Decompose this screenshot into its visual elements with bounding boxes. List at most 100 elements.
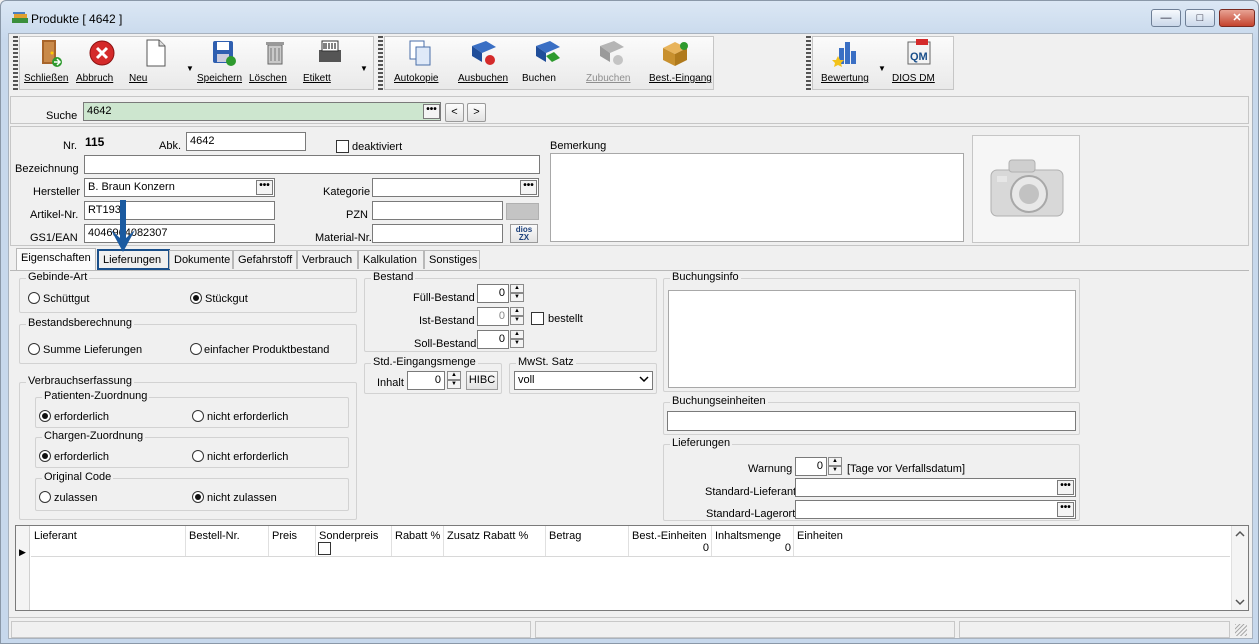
tab-gefahrstoff[interactable]: Gefahrstoff (233, 250, 297, 269)
maximize-button[interactable]: □ (1185, 9, 1215, 27)
spin-down-icon[interactable]: ▼ (828, 466, 842, 475)
prev-record-button[interactable]: < (445, 103, 464, 122)
tab-dokumente[interactable]: Dokumente (169, 250, 233, 269)
material-field[interactable] (372, 224, 503, 243)
new-dropdown-arrow[interactable]: ▼ (185, 64, 195, 73)
zulassen-radio[interactable] (39, 491, 51, 503)
tab-verbrauch[interactable]: Verbrauch (297, 250, 358, 269)
minimize-button[interactable]: — (1151, 9, 1181, 27)
search-input[interactable]: 4642 (83, 102, 441, 121)
label-dropdown-arrow[interactable]: ▼ (359, 64, 369, 73)
pzn-field[interactable] (372, 201, 503, 220)
summe-lieferungen-radio[interactable] (28, 343, 40, 355)
patient-nicht-erforderlich-radio[interactable] (192, 410, 204, 422)
toolbar-grip[interactable] (13, 36, 18, 90)
product-image[interactable] (972, 135, 1080, 243)
inhalt-field[interactable]: 0 (407, 371, 445, 390)
column-header-rabatt[interactable]: Rabatt % (392, 526, 444, 556)
spin-up-icon[interactable]: ▲ (510, 284, 524, 293)
scroll-down-icon[interactable] (1235, 598, 1245, 606)
next-record-button[interactable]: > (467, 103, 486, 122)
resize-grip-icon[interactable] (1235, 624, 1247, 636)
dios-dm-button[interactable]: QM DIOS DM (892, 38, 944, 88)
pzn-lookup-button[interactable] (506, 203, 539, 220)
tab-kalkulation[interactable]: Kalkulation (358, 250, 424, 269)
tab-eigenschaften[interactable]: Eigenschaften (16, 248, 96, 270)
book-in-button[interactable]: Zubuchen (586, 38, 638, 88)
rating-dropdown-arrow[interactable]: ▼ (877, 64, 887, 73)
hersteller-lookup-button[interactable]: ••• (256, 180, 273, 195)
cancel-button[interactable]: Abbruch (76, 38, 128, 88)
spin-up-icon[interactable]: ▲ (510, 307, 524, 316)
spin-down-icon[interactable]: ▼ (510, 293, 524, 302)
book-out-button[interactable]: Ausbuchen (458, 38, 510, 88)
column-header-zusatz-rabatt[interactable]: Zusatz Rabatt % (444, 526, 546, 556)
label-button[interactable]: Etikett (303, 38, 355, 88)
column-header-preis[interactable]: Preis (269, 526, 316, 556)
dios-zx-button[interactable]: dios ZX (510, 224, 538, 243)
delete-button[interactable]: Löschen (249, 38, 301, 88)
deaktiviert-checkbox[interactable] (336, 140, 349, 153)
stueckgut-radio[interactable] (190, 292, 202, 304)
column-header-einheiten[interactable]: Einheiten (794, 526, 1230, 556)
save-button[interactable]: Speichern (197, 38, 249, 88)
einfacher-produktbestand-radio[interactable] (190, 343, 202, 355)
tab-sonstiges[interactable]: Sonstiges (424, 250, 480, 269)
spin-up-icon[interactable]: ▲ (447, 371, 461, 380)
nicht-zulassen-radio[interactable] (192, 491, 204, 503)
soll-bestand-spinner[interactable]: ▲ ▼ (510, 330, 524, 349)
column-header-betrag[interactable]: Betrag (546, 526, 629, 556)
search-lookup-button[interactable]: ••• (423, 104, 440, 119)
fuell-bestand-field[interactable]: 0 (477, 284, 509, 303)
buchungsinfo-field[interactable] (668, 290, 1076, 388)
autocopy-button[interactable]: Autokopie (394, 38, 446, 88)
close-window-button[interactable]: ✕ (1219, 9, 1255, 27)
column-header-lieferant[interactable]: Lieferant (31, 526, 186, 556)
spin-up-icon[interactable]: ▲ (828, 457, 842, 466)
new-button[interactable]: Neu (129, 38, 181, 88)
kategorie-field[interactable] (372, 178, 539, 197)
book-plus-icon (600, 41, 624, 65)
mwst-select[interactable]: voll (514, 371, 653, 390)
abk-field[interactable]: 4642 (186, 132, 306, 151)
std-lagerort-lookup-button[interactable]: ••• (1057, 502, 1074, 517)
spin-down-icon[interactable]: ▼ (510, 316, 524, 325)
kategorie-lookup-button[interactable]: ••• (520, 180, 537, 195)
lieferanten-grid[interactable]: ▶ Lieferant Bestell-Nr. Preis Sonderprei… (15, 525, 1249, 611)
patient-erforderlich-radio[interactable] (39, 410, 51, 422)
std-lieferant-lookup-button[interactable]: ••• (1057, 480, 1074, 495)
toolbar-grip[interactable] (378, 36, 383, 90)
bestellt-checkbox[interactable] (531, 312, 544, 325)
soll-bestand-field[interactable]: 0 (477, 330, 509, 349)
spin-down-icon[interactable]: ▼ (510, 339, 524, 348)
best-einheiten-cell[interactable]: 0 (629, 542, 712, 556)
hibc-button[interactable]: HIBC (466, 371, 498, 390)
ist-bestand-field[interactable]: 0 (477, 307, 509, 326)
ist-bestand-spinner[interactable]: ▲ ▼ (510, 307, 524, 326)
vertical-scrollbar[interactable] (1231, 526, 1248, 610)
std-lagerort-field[interactable] (795, 500, 1076, 519)
bezeichnung-field[interactable] (84, 155, 540, 174)
scroll-up-icon[interactable] (1235, 530, 1245, 538)
warnung-spinner[interactable]: ▲ ▼ (828, 457, 842, 476)
warnung-field[interactable]: 0 (795, 457, 827, 476)
chargen-erforderlich-radio[interactable] (39, 450, 51, 462)
schuettgut-radio[interactable] (28, 292, 40, 304)
hersteller-field[interactable]: B. Braun Konzern (84, 178, 275, 197)
spin-down-icon[interactable]: ▼ (447, 380, 461, 389)
chargen-nicht-erforderlich-radio[interactable] (192, 450, 204, 462)
inhaltsmenge-cell[interactable]: 0 (712, 542, 794, 556)
order-entry-button[interactable]: Best.-Eingang (649, 38, 712, 88)
close-form-button[interactable]: Schließen (24, 38, 76, 88)
rating-button[interactable]: Bewertung (821, 38, 873, 88)
inhalt-spinner[interactable]: ▲ ▼ (447, 371, 461, 390)
toolbar-grip[interactable] (806, 36, 811, 90)
book-button[interactable]: Buchen (522, 38, 574, 88)
spin-up-icon[interactable]: ▲ (510, 330, 524, 339)
buchungseinheiten-field[interactable] (667, 411, 1076, 431)
std-lieferant-field[interactable] (795, 478, 1076, 497)
column-header-bestell-nr[interactable]: Bestell-Nr. (186, 526, 269, 556)
fuell-bestand-spinner[interactable]: ▲ ▼ (510, 284, 524, 303)
bemerkung-field[interactable] (550, 153, 964, 242)
sonderpreis-checkbox[interactable] (318, 542, 331, 555)
